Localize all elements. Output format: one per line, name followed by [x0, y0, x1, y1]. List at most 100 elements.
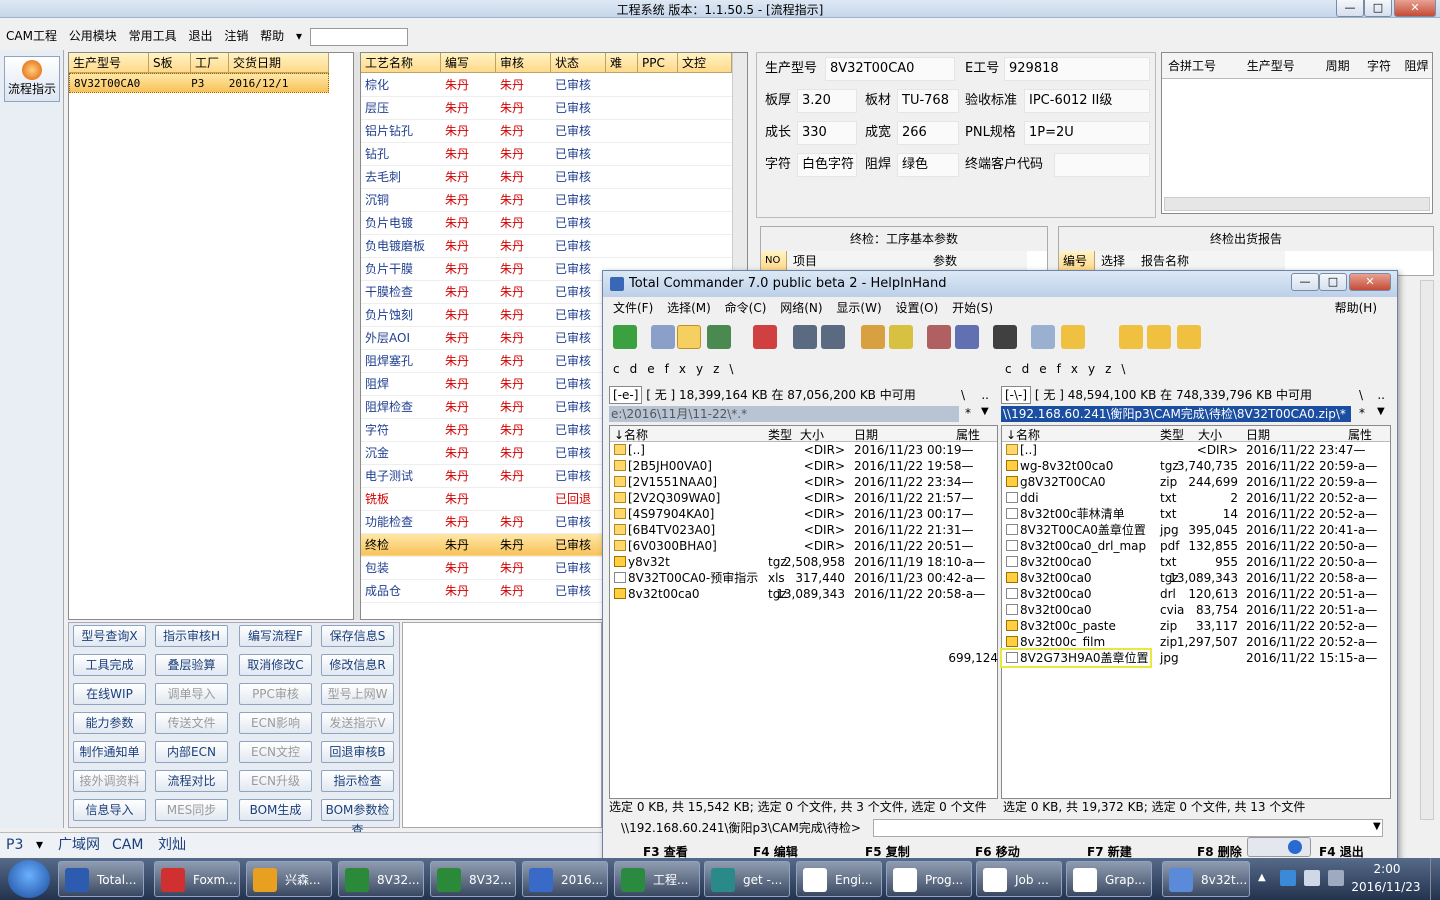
menu-exit[interactable]: 退出 [188, 25, 212, 47]
full-view-icon[interactable] [677, 325, 701, 349]
close-button[interactable]: ✕ [1394, 0, 1436, 17]
action-button[interactable]: 调单导入 [155, 683, 228, 705]
tray-up-arrow-icon[interactable]: ▲ [1258, 872, 1266, 883]
menu-tools[interactable]: 常用工具 [129, 25, 177, 47]
file-row[interactable]: [..] <DIR> 2016/11/23 00:19— [610, 442, 997, 458]
left-path[interactable]: e:\2016\11月\11-22\*.* [609, 406, 959, 422]
file-row[interactable]: wg-8v32t00ca0 tgz 3,740,735 2016/11/22 20:5… [1002, 458, 1390, 474]
drive-button[interactable]: d [1022, 359, 1030, 379]
file-row[interactable]: 8v32t00c_film zip 1,297,507 2016/11/22 20:5… [1002, 634, 1390, 650]
drive-button[interactable]: \ [729, 359, 733, 379]
action-button[interactable]: PPC审核 [239, 683, 312, 705]
action-button[interactable]: 回退审核B [321, 741, 394, 763]
unpack-icon[interactable] [889, 325, 913, 349]
factory-status[interactable]: P3 [6, 833, 23, 857]
merge-hscroll[interactable] [1164, 197, 1430, 211]
column-header[interactable]: ↓名称 [1006, 426, 1040, 443]
drive-button[interactable]: e [647, 359, 654, 379]
process-row[interactable]: 层压 朱丹 朱丹 已审核 [361, 96, 732, 120]
col-merge-no[interactable]: 合拼工号 [1162, 53, 1241, 78]
file-row[interactable]: [4S97904KA0] <DIR> 2016/11/23 00:17— [610, 506, 997, 522]
drive-button[interactable]: e [1039, 359, 1046, 379]
taskbar-item[interactable]: 兴森... [246, 861, 332, 897]
chevron-down-icon[interactable]: ▼ [1377, 406, 1385, 417]
action-button[interactable]: 编写流程F [239, 625, 312, 647]
language-bar[interactable] [1247, 837, 1311, 857]
right-filter[interactable]: * [1359, 406, 1365, 420]
left-drive-combo[interactable]: [-e-] [609, 386, 643, 404]
notepad-icon[interactable] [1031, 325, 1055, 349]
drive-button[interactable]: c [1005, 359, 1012, 379]
col-merge-char[interactable]: 字符 [1361, 53, 1398, 78]
right-drive-combo[interactable]: [-\-] [1001, 386, 1032, 404]
file-row[interactable]: y8v32t tgz 2,508,958 2016/11/19 18:10-a— [610, 554, 997, 570]
taskbar-item[interactable]: Foxm... [154, 861, 240, 897]
left-root-button[interactable]: \ [961, 385, 965, 405]
col-status[interactable]: 状态 [551, 53, 606, 73]
col-param[interactable]: 参数 [927, 251, 1027, 271]
col-sboard[interactable]: S板 [149, 53, 191, 73]
back-icon[interactable] [793, 325, 817, 349]
column-header[interactable]: 类型 [768, 426, 792, 443]
chevron-down-icon[interactable]: ▾ [296, 25, 302, 47]
help-icon[interactable] [1288, 840, 1302, 854]
taskbar-item[interactable]: 8V32... [430, 861, 516, 897]
order-row[interactable]: 8V32T00CA0 P3 2016/12/1 [69, 73, 329, 93]
thumbnail-icon[interactable] [707, 325, 731, 349]
action-button[interactable]: ECN升级 [239, 770, 312, 792]
action-button[interactable]: MES同步 [155, 799, 228, 821]
column-header[interactable]: 日期 [1246, 426, 1270, 443]
file-row[interactable]: 8v32t00ca0 txt 955 2016/11/22 20:50-a— [1002, 554, 1390, 570]
drive-button[interactable]: z [1105, 359, 1111, 379]
drive-button[interactable]: c [613, 359, 620, 379]
column-header[interactable]: ↓名称 [614, 426, 648, 443]
folder-open-icon[interactable] [1177, 325, 1201, 349]
col-no[interactable]: NO [761, 251, 787, 271]
drive-button[interactable]: z [713, 359, 719, 379]
file-row[interactable]: [6B4TV023A0] <DIR> 2016/11/22 21:31— [610, 522, 997, 538]
action-button[interactable]: BOM生成 [239, 799, 312, 821]
drive-button[interactable]: d [630, 359, 638, 379]
action-button[interactable]: BOM参数检查 [321, 799, 394, 837]
col-factory[interactable]: 工厂 [191, 53, 229, 73]
action-button[interactable]: 指示检查 [321, 770, 394, 792]
action-button[interactable]: 发送指示V [321, 712, 394, 734]
col-report-select[interactable]: 选择 [1095, 251, 1135, 271]
col-report-no[interactable]: 编号 [1059, 251, 1095, 271]
col-report-name[interactable]: 报告名称 [1135, 251, 1285, 271]
action-button[interactable]: 制作通知单 [73, 741, 146, 763]
chevron-down-icon[interactable]: ▾ [36, 833, 43, 857]
file-row[interactable]: 8v32t00c菲林清单 txt 14 2016/11/22 20:52-a— [1002, 506, 1390, 522]
action-button[interactable]: 保存信息S [321, 625, 394, 647]
column-header[interactable]: 大小 [1198, 426, 1222, 443]
tc-menu-config[interactable]: 设置(O) [895, 301, 938, 315]
volume-icon[interactable] [1304, 870, 1320, 886]
file-row[interactable]: [2V2Q309WA0] <DIR> 2016/11/22 21:57— [610, 490, 997, 506]
tc-menu-start[interactable]: 开始(S) [952, 301, 993, 315]
command-input[interactable] [873, 819, 1383, 837]
folder-icon[interactable] [1147, 325, 1171, 349]
col-reviewer[interactable]: 审核 [496, 53, 551, 73]
refresh-icon[interactable] [613, 325, 637, 349]
tc-menu-select[interactable]: 选择(M) [667, 301, 711, 315]
process-row[interactable]: 棕化 朱丹 朱丹 已审核 [361, 73, 732, 97]
tc-close-button[interactable]: ✕ [1349, 273, 1391, 291]
action-button[interactable]: 内部ECN [155, 741, 228, 763]
action-button[interactable]: 指示审核H [155, 625, 228, 647]
drive-button[interactable]: y [1088, 359, 1095, 379]
start-button[interactable] [8, 860, 50, 898]
action-button[interactable]: 型号上网W [321, 683, 394, 705]
menu-logout[interactable]: 注销 [224, 25, 248, 47]
taskbar-item[interactable]: Grap... [1066, 861, 1152, 897]
action-button[interactable]: 叠层验算 [155, 654, 228, 676]
col-merge-mask[interactable]: 阻焊 [1398, 53, 1432, 78]
column-header[interactable]: 类型 [1160, 426, 1184, 443]
col-ppc[interactable]: PPC [638, 53, 678, 73]
process-row[interactable]: 铝片钻孔 朱丹 朱丹 已审核 [361, 119, 732, 143]
file-row[interactable]: 8v32t00ca0 tgz 13,089,343 2016/11/22 20:58-… [610, 586, 997, 602]
drive-button[interactable]: x [679, 359, 686, 379]
right-scrollbar[interactable] [1420, 280, 1434, 820]
col-merge-model[interactable]: 生产型号 [1241, 53, 1320, 78]
url-icon[interactable] [955, 325, 979, 349]
tc-menu-command[interactable]: 命令(C) [725, 301, 767, 315]
